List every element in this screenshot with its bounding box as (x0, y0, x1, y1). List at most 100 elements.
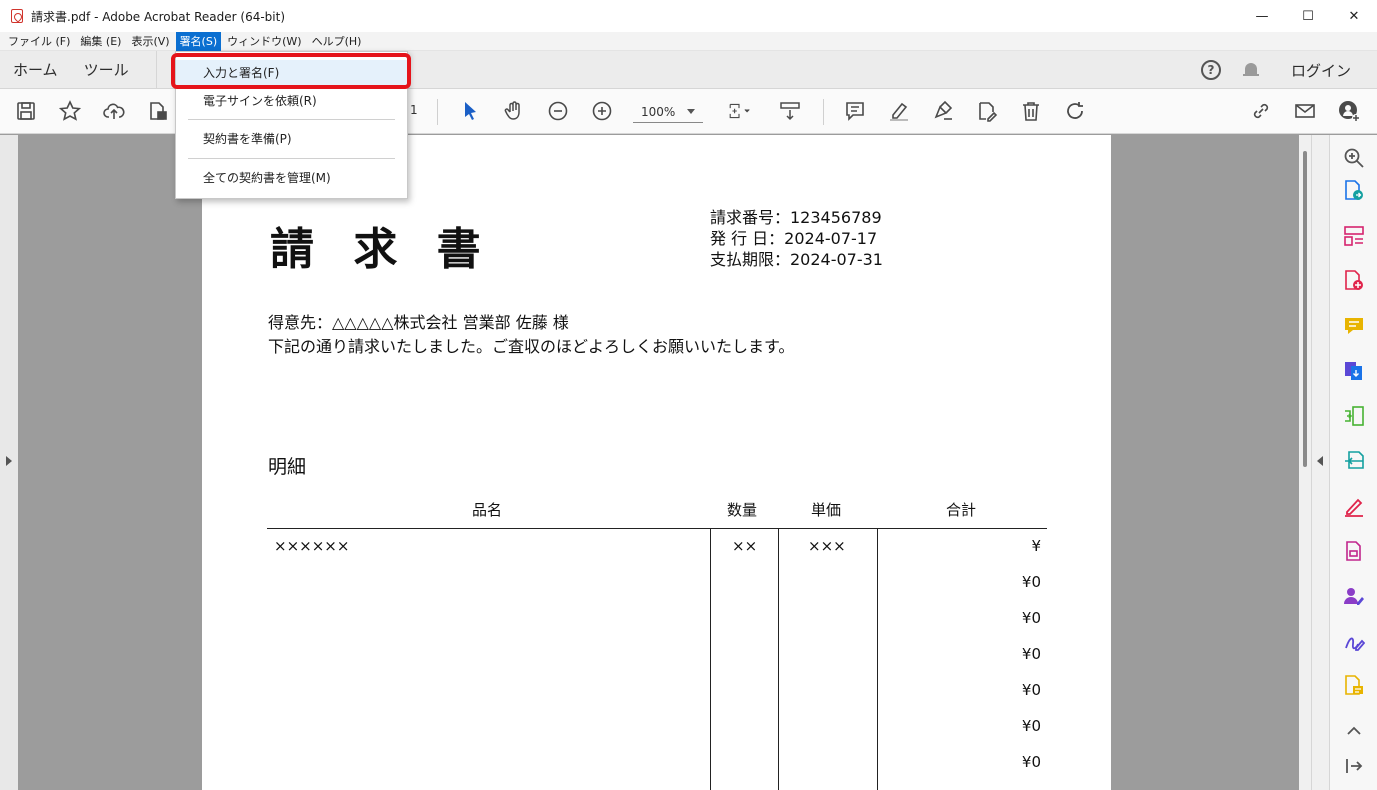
zoom-level-select[interactable]: 100% (633, 101, 703, 123)
table-header-rule (267, 528, 1047, 529)
fill-sign-icon[interactable] (1343, 495, 1365, 517)
row-amount: ¥0 (1021, 681, 1041, 699)
chevron-up-icon[interactable] (1343, 720, 1365, 742)
save-icon[interactable] (14, 99, 38, 123)
invoice-number: 請求番号：123456789 (710, 208, 882, 227)
item-qty-cell: ×× (732, 537, 758, 555)
rotate-icon[interactable] (1063, 99, 1087, 123)
pdf-page: 請 求 書 請求番号：123456789 発 行 日：2024-07-17 支払… (202, 135, 1111, 790)
item-total-cell: ¥ (1031, 537, 1041, 555)
close-button[interactable]: ✕ (1331, 0, 1377, 32)
menu-item-prepare-agreement[interactable]: 契約書を準備(P) (176, 126, 407, 152)
left-pane-toggle[interactable] (0, 135, 18, 790)
maximize-button[interactable]: ☐ (1285, 0, 1331, 32)
due-date: 支払期限：2024-07-31 (710, 250, 883, 269)
nav-divider (155, 50, 157, 89)
right-tools-pane (1329, 135, 1377, 790)
page-number[interactable]: 1 (410, 103, 418, 117)
chevron-left-icon (1317, 456, 1323, 466)
invoice-message: 下記の通り請求いたしました。ご査収のほどよろしくお願いいたします。 (268, 337, 795, 356)
column-divider (778, 529, 779, 790)
share-link-icon[interactable] (1249, 99, 1273, 123)
zoom-out-icon[interactable] (546, 99, 570, 123)
create-pdf-icon[interactable] (1343, 270, 1365, 292)
column-header-total: 合計 (946, 501, 977, 519)
invoice-title: 請 求 書 (270, 224, 493, 275)
add-user-icon[interactable] (1337, 99, 1361, 123)
hand-tool-icon[interactable] (502, 99, 526, 123)
lock-document-icon[interactable] (146, 99, 170, 123)
vertical-scrollbar[interactable] (1299, 135, 1311, 790)
menu-help[interactable]: ヘルプ(H) (308, 32, 366, 51)
export-pdf-icon[interactable] (1343, 180, 1365, 202)
menu-file[interactable]: ファイル (F) (4, 32, 74, 51)
page-fit-icon[interactable] (722, 99, 756, 123)
scan-ocr-icon[interactable] (1343, 450, 1365, 472)
notification-bell-icon[interactable] (1242, 61, 1259, 79)
toolbar-divider (823, 99, 824, 125)
detail-heading: 明細 (268, 456, 307, 478)
search-zoom-icon[interactable] (1343, 147, 1365, 169)
recipient-block: 得意先：△△△△△株式会社 営業部 佐藤 様 下記の通り請求いたしました。ご査収… (268, 311, 794, 359)
chevron-right-icon (6, 456, 12, 466)
compress-pdf-icon[interactable] (1343, 405, 1365, 427)
menu-sign[interactable]: 署名(S) (175, 31, 222, 51)
row-amount: ¥0 (1021, 753, 1041, 771)
highlight-pen-icon[interactable] (887, 99, 911, 123)
help-icon[interactable]: ? (1200, 60, 1221, 80)
row-amount: ¥0 (1021, 609, 1041, 627)
organize-pages-icon[interactable] (1343, 225, 1365, 247)
recipient-name: 得意先：△△△△△株式会社 営業部 佐藤 様 (268, 313, 569, 332)
row-amount: ¥0 (1021, 645, 1041, 663)
menu-item-request-e-signature[interactable]: 電子サインを依頼(R) (176, 88, 407, 114)
comment-icon[interactable] (843, 99, 867, 123)
comment-tool-icon[interactable] (1343, 315, 1365, 337)
trash-icon[interactable] (1019, 99, 1043, 123)
issue-date: 発 行 日：2024-07-17 (710, 229, 878, 248)
item-name-cell: ×××××× (274, 537, 350, 555)
menu-view[interactable]: 表示(V) (127, 32, 173, 51)
acrobat-logo-icon (11, 9, 23, 23)
star-icon[interactable] (58, 99, 82, 123)
column-header-name: 品名 (472, 501, 503, 519)
email-icon[interactable] (1293, 99, 1317, 123)
menu-separator (188, 158, 395, 159)
combine-files-icon[interactable] (1343, 360, 1365, 382)
edit-document-icon[interactable] (975, 99, 999, 123)
row-amount: ¥0 (1021, 717, 1041, 735)
title-bar: 請求書.pdf - Adobe Acrobat Reader (64-bit) … (0, 0, 1377, 32)
column-header-qty: 数量 (727, 501, 758, 519)
request-signature-icon[interactable] (1343, 585, 1365, 607)
column-divider (710, 529, 711, 790)
window-title: 請求書.pdf - Adobe Acrobat Reader (64-bit) (31, 9, 286, 24)
column-divider (877, 529, 878, 790)
protect-document-icon[interactable] (1343, 540, 1365, 562)
menu-item-manage-agreements[interactable]: 全ての契約書を管理(M) (176, 165, 407, 191)
edit-comment-icon[interactable] (1343, 675, 1365, 697)
annotation-highlight-box (171, 53, 411, 89)
select-cursor-icon[interactable] (458, 99, 482, 123)
item-price-cell: ××× (808, 537, 846, 555)
tab-home[interactable]: ホーム (0, 59, 71, 80)
menu-bar: ファイル (F) 編集 (E) 表示(V) 署名(S) ウィンドウ(W) ヘルプ… (0, 31, 1377, 51)
sign-pen-icon[interactable] (1343, 630, 1366, 652)
collapse-pane-icon[interactable] (1343, 755, 1365, 777)
upload-cloud-icon[interactable] (102, 99, 126, 123)
menu-separator (188, 119, 395, 120)
right-pane-toggle[interactable] (1311, 135, 1329, 790)
menu-edit[interactable]: 編集 (E) (76, 32, 125, 51)
chevron-down-icon (687, 109, 695, 114)
draw-sign-icon[interactable] (931, 99, 955, 123)
zoom-in-icon[interactable] (590, 99, 614, 123)
scroll-mode-icon[interactable] (778, 99, 802, 123)
menu-window[interactable]: ウィンドウ(W) (223, 32, 305, 51)
minimize-button[interactable]: — (1239, 0, 1285, 32)
toolbar-divider (437, 99, 438, 125)
invoice-meta: 請求番号：123456789 発 行 日：2024-07-17 支払期限：202… (710, 207, 883, 270)
tab-tools[interactable]: ツール (71, 59, 142, 80)
column-header-price: 単価 (811, 501, 842, 519)
zoom-level-value: 100% (641, 104, 676, 119)
login-button[interactable]: ログイン (1291, 60, 1351, 81)
row-amount: ¥0 (1021, 573, 1041, 591)
scrollbar-thumb[interactable] (1303, 151, 1307, 467)
